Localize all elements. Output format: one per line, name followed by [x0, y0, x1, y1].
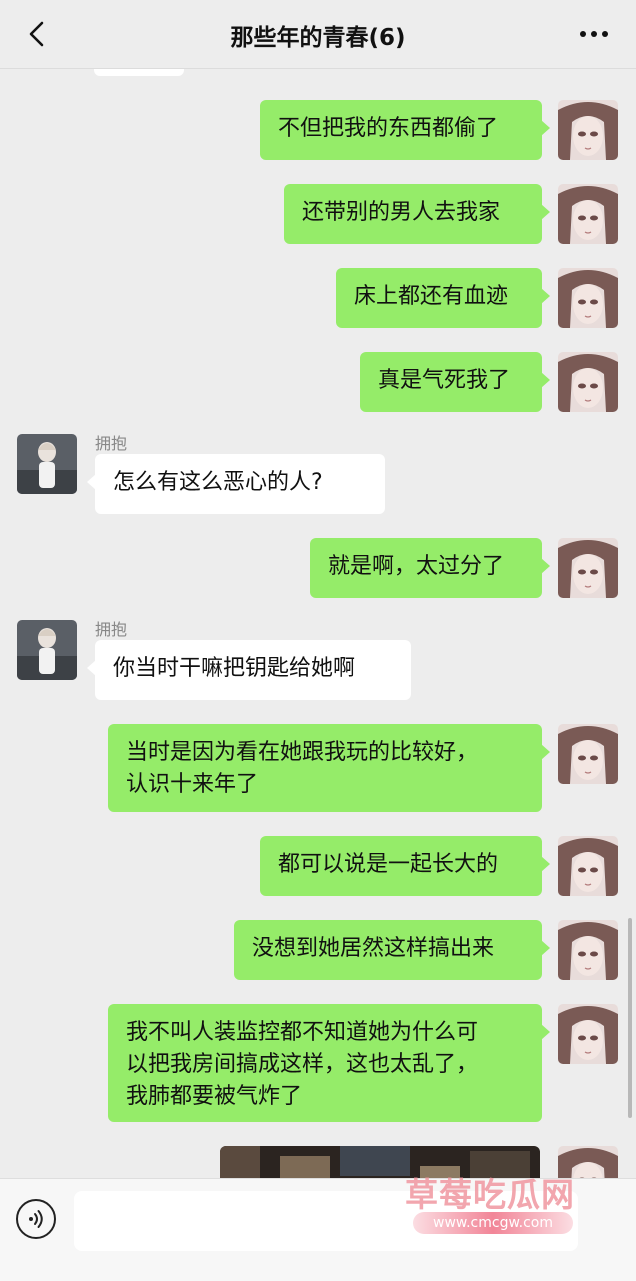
contact-message-bubble[interactable]: 你当时干嘛把钥匙给她啊 — [87, 640, 411, 700]
my-avatar-image — [558, 352, 618, 412]
my-message-bubble[interactable]: 当时是因为看在她跟我玩的比较好， 认识十来年了 — [108, 724, 550, 812]
my-avatar[interactable] — [558, 920, 618, 980]
chat-title: 那些年的青春(6) — [230, 25, 406, 51]
my-avatar[interactable] — [558, 352, 618, 412]
my-message-bubble[interactable]: 就是啊，太过分了 — [310, 538, 550, 598]
watermark-url: www.cmcgw.com — [413, 1212, 573, 1234]
my-message-bubble[interactable]: 我不叫人装监控都不知道她为什么可 以把我房间搞成这样，这也太乱了， 我肺都要被气… — [108, 1004, 550, 1122]
my-avatar-image — [558, 100, 618, 160]
more-horizontal-icon[interactable] — [578, 22, 610, 46]
my-message-bubble[interactable]: 不但把我的东西都偷了 — [260, 100, 550, 160]
contact-avatar-image — [17, 434, 77, 494]
watermark: 草莓吃瓜网 www.cmcgw.com — [405, 1168, 605, 1238]
my-avatar-image — [558, 1004, 618, 1064]
my-message-bubble[interactable]: 没想到她居然这样搞出来 — [234, 920, 550, 980]
voice-input-button[interactable] — [16, 1199, 56, 1239]
my-avatar-image — [558, 538, 618, 598]
my-avatar[interactable] — [558, 836, 618, 896]
partial-message-bubble — [94, 68, 184, 76]
my-avatar-image — [558, 920, 618, 980]
my-avatar[interactable] — [558, 538, 618, 598]
my-avatar[interactable] — [558, 184, 618, 244]
my-message-bubble[interactable]: 床上都还有血迹 — [336, 268, 550, 328]
sender-name: 拥抱 — [95, 434, 128, 453]
my-avatar[interactable] — [558, 1004, 618, 1064]
voice-input-icon — [29, 1210, 43, 1228]
my-avatar[interactable] — [558, 100, 618, 160]
my-message-bubble[interactable]: 真是气死我了 — [360, 352, 550, 412]
sender-name: 拥抱 — [95, 620, 128, 639]
my-avatar-image — [558, 724, 618, 784]
contact-avatar-image — [17, 620, 77, 680]
my-avatar[interactable] — [558, 268, 618, 328]
contact-message-bubble[interactable]: 怎么有这么恶心的人? — [87, 454, 385, 514]
my-message-bubble[interactable]: 都可以说是一起长大的 — [260, 836, 550, 896]
chat-message-list[interactable]: 不但把我的东西都偷了 还带别的男人去我家 床上都还有血迹 真是气死我了 拥抱 怎… — [0, 68, 636, 1178]
chat-header: 那些年的青春(6) — [0, 0, 636, 69]
watermark-name: 草莓吃瓜网 — [405, 1175, 575, 1214]
my-avatar[interactable] — [558, 724, 618, 784]
my-message-bubble[interactable]: 还带别的男人去我家 — [284, 184, 550, 244]
contact-avatar[interactable] — [17, 434, 77, 494]
my-avatar-image — [558, 268, 618, 328]
scrollbar[interactable] — [628, 918, 632, 1118]
my-avatar-image — [558, 836, 618, 896]
my-avatar-image — [558, 184, 618, 244]
contact-avatar[interactable] — [17, 620, 77, 680]
